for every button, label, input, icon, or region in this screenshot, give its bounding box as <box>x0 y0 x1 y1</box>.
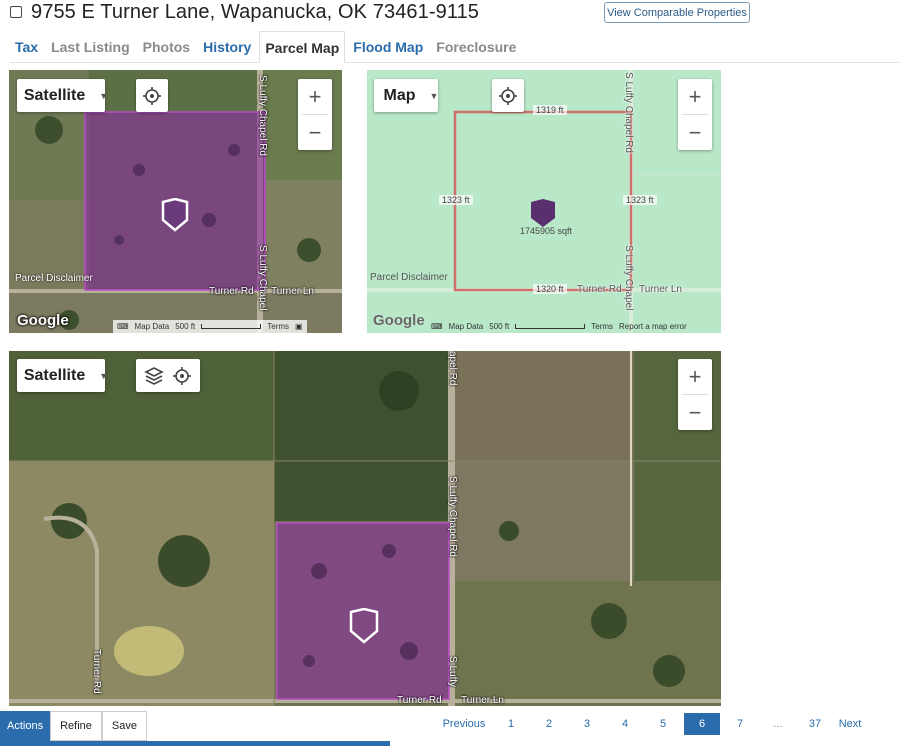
action-bar: Actions Refine Save <box>0 711 147 741</box>
zoom-in-button[interactable]: + <box>678 79 712 114</box>
road-label-chapel-mid: S Luffy Chapel Rd <box>447 476 458 557</box>
pager-page-4[interactable]: 4 <box>606 713 644 735</box>
zoom-in-button[interactable]: + <box>298 79 332 114</box>
map-type-label: Satellite <box>23 366 86 384</box>
map-type-label: Satellite <box>23 86 86 104</box>
road-label-chapel: S Luffy Chapel Rd <box>257 75 268 156</box>
zoom-out-button[interactable]: − <box>298 115 332 150</box>
layers-icon[interactable] <box>144 366 164 386</box>
zoom-out-button[interactable]: − <box>678 115 712 150</box>
pager-page-7[interactable]: 7 <box>720 713 760 735</box>
tab-flood-map[interactable]: Flood Map <box>348 31 428 62</box>
scale-bar <box>515 324 586 329</box>
zoom-control: + − <box>678 79 712 150</box>
road-label-turner-rd-vertical: Turner Rd <box>91 649 102 694</box>
layer-locate-group <box>136 359 200 392</box>
tab-foreclosure[interactable]: Foreclosure <box>431 31 521 62</box>
road-label-turner-ln: Turner Ln <box>271 286 314 297</box>
zoom-control: + − <box>678 359 712 430</box>
dimension-left: 1323 ft <box>439 195 473 205</box>
tab-tax[interactable]: Tax <box>10 31 43 62</box>
map-type-dropdown[interactable]: Satellite ▼ <box>17 359 109 392</box>
actions-button[interactable]: Actions <box>0 711 51 741</box>
pager-previous[interactable]: Previous <box>436 713 492 735</box>
locate-button[interactable] <box>136 79 168 112</box>
scale-label: 500 ft <box>489 322 510 331</box>
locate-button[interactable] <box>492 79 524 112</box>
property-detail-page: 9755 E Turner Lane, Wapanucka, OK 73461-… <box>0 0 900 746</box>
crosshair-icon <box>143 86 161 105</box>
road-label-chapel-2: S Luffy Chapel <box>257 245 268 311</box>
crosshair-icon[interactable] <box>172 366 192 386</box>
parcel-marker-icon[interactable] <box>349 608 379 644</box>
pagination: Previous 1 2 3 4 5 6 7 ... 37 Next <box>436 713 866 735</box>
pager-page-37[interactable]: 37 <box>796 713 834 735</box>
pager-ellipsis: ... <box>773 718 783 730</box>
parcel-disclaimer-link[interactable]: Parcel Disclaimer <box>370 272 448 283</box>
road-label-turner-rd: Turner Rd <box>209 286 254 297</box>
road-label-turner-ln: Turner Ln <box>461 695 504 706</box>
road-label-turner-rd: Turner Rd <box>577 284 622 295</box>
scale-label: 500 ft <box>175 322 196 331</box>
property-address: 9755 E Turner Lane, Wapanucka, OK 73461-… <box>31 0 480 23</box>
crosshair-icon <box>499 86 517 105</box>
road-label-turner-ln: Turner Ln <box>639 284 682 295</box>
keyboard-icon[interactable]: ⌨ <box>117 322 129 331</box>
satellite-map-large[interactable]: Satellite ▼ + − apel Rd S Luffy Chapel Rd … <box>9 351 721 706</box>
pager-page-2[interactable]: 2 <box>530 713 568 735</box>
road-label-chapel-top: apel Rd <box>447 351 458 386</box>
dimension-top: 1319 ft <box>533 105 567 115</box>
road-map[interactable]: Map ▼ + − 1319 ft 1323 ft 1323 ft 1320 ft … <box>367 70 721 333</box>
tab-last-listing[interactable]: Last Listing <box>46 31 135 62</box>
zoom-control: + − <box>298 79 332 150</box>
satellite-map-small[interactable]: Satellite ▼ + − S Luffy Chapel Rd S Luffy … <box>9 70 342 333</box>
caret-down-icon: ▼ <box>429 90 439 101</box>
pager-page-1[interactable]: 1 <box>492 713 530 735</box>
pager-next[interactable]: Next <box>834 713 866 735</box>
refine-button[interactable]: Refine <box>50 711 102 741</box>
zoom-out-button[interactable]: − <box>678 395 712 430</box>
map-type-dropdown[interactable]: Map ▼ <box>374 79 438 112</box>
road-label-turner-rd: Turner Rd <box>397 695 442 706</box>
google-logo: Google <box>373 312 425 329</box>
property-tabs: Tax Last Listing Photos History Parcel M… <box>10 31 900 63</box>
map-attribution: ⌨ Map Data 500 ft Terms ▣ <box>113 320 307 333</box>
pager-page-5[interactable]: 5 <box>644 713 682 735</box>
map-type-dropdown[interactable]: Satellite ▼ <box>17 79 109 112</box>
view-comparable-properties-button[interactable]: View Comparable Properties <box>604 2 750 23</box>
tab-parcel-map[interactable]: Parcel Map <box>259 31 346 63</box>
zoom-in-button[interactable]: + <box>678 359 712 394</box>
dimension-right: 1323 ft <box>623 195 657 205</box>
report-map-error-link[interactable]: Report a map error <box>619 322 687 331</box>
select-property-checkbox[interactable] <box>10 6 22 18</box>
google-logo: Google <box>17 312 69 329</box>
tab-photos[interactable]: Photos <box>138 31 195 62</box>
parcel-marker-icon[interactable] <box>530 198 556 228</box>
bottom-accent-bar <box>0 741 390 746</box>
pager-page-6-current[interactable]: 6 <box>684 713 720 735</box>
tab-history[interactable]: History <box>198 31 256 62</box>
caret-down-icon: ▼ <box>99 90 109 101</box>
parcel-disclaimer-link[interactable]: Parcel Disclaimer <box>15 273 93 284</box>
dimension-bottom: 1320 ft <box>533 284 567 294</box>
caret-down-icon: ▼ <box>99 370 109 381</box>
save-button[interactable]: Save <box>101 711 147 741</box>
satellite-imagery-large <box>9 351 721 706</box>
road-label-chapel-bottom: S Luffy <box>447 656 458 687</box>
keyboard-icon[interactable]: ⌨ <box>431 322 443 331</box>
map-data-link[interactable]: Map Data <box>449 322 484 331</box>
road-label-chapel: S Luffy Chapel Rd <box>623 72 634 153</box>
map-data-link[interactable]: Map Data <box>135 322 170 331</box>
terms-link[interactable]: Terms <box>267 322 289 331</box>
terms-link[interactable]: Terms <box>591 322 613 331</box>
map-type-label: Map <box>383 86 416 104</box>
road-label-chapel-2: S Luffy Chapel <box>623 245 634 311</box>
parcel-marker-icon[interactable] <box>161 198 189 232</box>
map-attribution: ⌨ Map Data 500 ft Terms Report a map err… <box>427 320 691 333</box>
parcel-area: 1745905 sqft <box>520 226 573 236</box>
camera-icon[interactable]: ▣ <box>295 322 303 331</box>
property-header: 9755 E Turner Lane, Wapanucka, OK 73461-… <box>10 0 479 24</box>
pager-page-3[interactable]: 3 <box>568 713 606 735</box>
scale-bar <box>201 324 262 329</box>
